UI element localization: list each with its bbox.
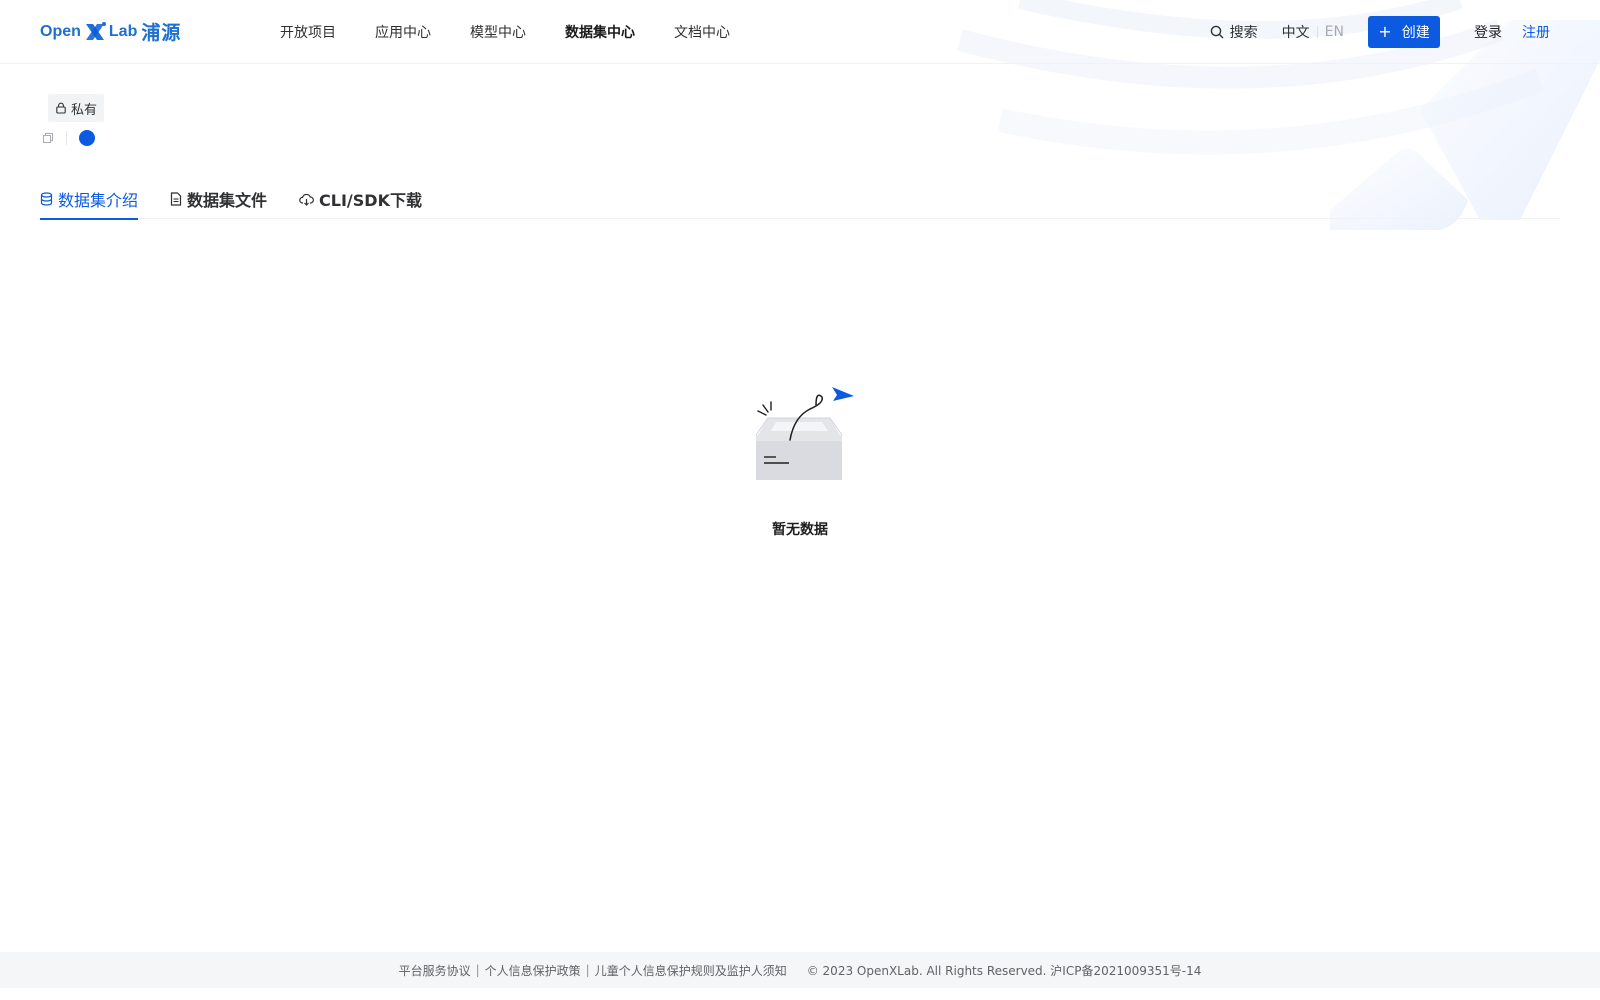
nav-item-datasets[interactable]: 数据集中心	[565, 22, 635, 42]
nav-item-models[interactable]: 模型中心	[470, 22, 526, 42]
lock-icon	[56, 102, 66, 114]
language-switch: 中文 EN	[1282, 22, 1344, 42]
empty-state: 暂无数据	[0, 385, 1600, 539]
visibility-label: 私有	[71, 102, 98, 118]
logo-x-icon	[85, 21, 106, 40]
tab-cli-sdk-download[interactable]: CLI/SDK下载	[299, 179, 422, 219]
tab-label: CLI/SDK下载	[319, 191, 422, 210]
logo-cn-text: 浦源	[141, 22, 182, 44]
logo-open-text: Open	[40, 22, 81, 40]
empty-box-icon	[755, 387, 854, 480]
main-nav: 开放项目 应用中心 模型中心 数据集中心 文档中心	[280, 22, 769, 42]
nav-item-apps[interactable]: 应用中心	[375, 22, 431, 42]
footer-link-children-privacy[interactable]: 儿童个人信息保护规则及监护人须知	[595, 962, 787, 979]
register-link[interactable]: 注册	[1522, 22, 1550, 42]
openxlab-logo[interactable]: Open Lab 浦源	[40, 17, 200, 47]
plus-icon: +	[1378, 21, 1392, 41]
lang-zh-option[interactable]: 中文	[1282, 22, 1310, 42]
footer-copyright: © 2023 OpenXLab. All Rights Reserved. 沪I…	[806, 963, 1202, 978]
file-icon	[170, 192, 182, 206]
footer-separator: |	[475, 963, 480, 977]
logo-lab-text: Lab	[108, 22, 138, 40]
tab-label: 数据集文件	[187, 191, 268, 210]
tab-dataset-files[interactable]: 数据集文件	[170, 179, 267, 219]
visibility-badge: 私有	[48, 94, 105, 122]
header-actions: 搜索 中文 EN + 创建 登录 注册	[1210, 15, 1560, 48]
empty-state-text: 暂无数据	[772, 522, 828, 538]
database-icon	[40, 192, 53, 206]
meta-separator	[66, 131, 67, 145]
nav-item-open-projects[interactable]: 开放项目	[280, 22, 336, 42]
cloud-download-icon	[299, 193, 314, 206]
owner-avatar[interactable]	[79, 130, 95, 146]
search-button[interactable]: 搜索	[1210, 22, 1258, 42]
footer-link-privacy-policy[interactable]: 个人信息保护政策	[485, 962, 581, 979]
meta-row	[42, 130, 1552, 146]
create-button[interactable]: + 创建	[1368, 15, 1440, 48]
footer-separator: |	[585, 963, 590, 977]
tab-dataset-intro[interactable]: 数据集介绍	[40, 179, 139, 220]
search-icon	[1210, 25, 1223, 38]
top-header: Open Lab 浦源 开放项目 应用中心 模型中心 数据集中心 文档中心 搜索…	[0, 0, 1600, 64]
footer-link-service-agreement[interactable]: 平台服务协议	[399, 962, 471, 979]
page-footer: 平台服务协议 | 个人信息保护政策 | 儿童个人信息保护规则及监护人须知 © 2…	[0, 952, 1600, 988]
tab-label: 数据集介绍	[58, 191, 139, 210]
lang-en-option[interactable]: EN	[1325, 24, 1344, 40]
login-link[interactable]: 登录	[1474, 22, 1502, 42]
nav-item-docs[interactable]: 文档中心	[674, 22, 730, 42]
dataset-meta: 私有	[0, 64, 1600, 146]
copy-icon[interactable]	[42, 132, 54, 144]
search-label: 搜索	[1229, 24, 1258, 41]
create-label: 创建	[1401, 24, 1430, 41]
lang-separator	[1316, 25, 1318, 38]
dataset-tabs: 数据集介绍 数据集文件 CLI/SDK下载	[40, 179, 1560, 220]
